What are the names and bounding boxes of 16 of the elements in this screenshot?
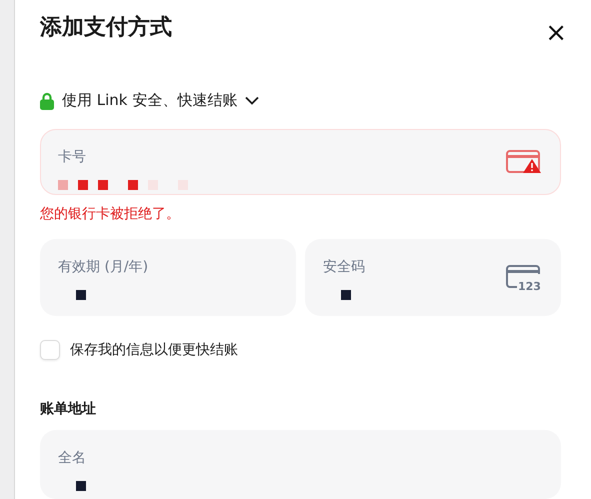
checkbox[interactable]	[40, 340, 60, 360]
close-button[interactable]: ×	[545, 20, 567, 46]
card-number-field[interactable]: 卡号	[40, 129, 561, 196]
section-heading: 账单地址	[40, 400, 97, 418]
dialog-title: 添加支付方式	[40, 14, 172, 42]
error-message: 您的银行卡被拒绝了。	[40, 205, 181, 224]
link-checkout-toggle[interactable]: 使用 Link 安全、快速结账	[40, 91, 260, 110]
redacted-mark	[341, 290, 351, 300]
card-warning-icon	[506, 150, 542, 174]
cvc-field[interactable]: 安全码 123	[305, 239, 561, 316]
redacted-mark	[76, 290, 86, 300]
name-field[interactable]: 全名	[40, 430, 561, 499]
redacted-mark	[76, 481, 86, 492]
lock-icon	[40, 92, 54, 110]
checkbox-label: 保存我的信息以便更快结账	[70, 341, 238, 360]
expiry-field[interactable]: 有效期 (月/年)	[40, 239, 296, 316]
